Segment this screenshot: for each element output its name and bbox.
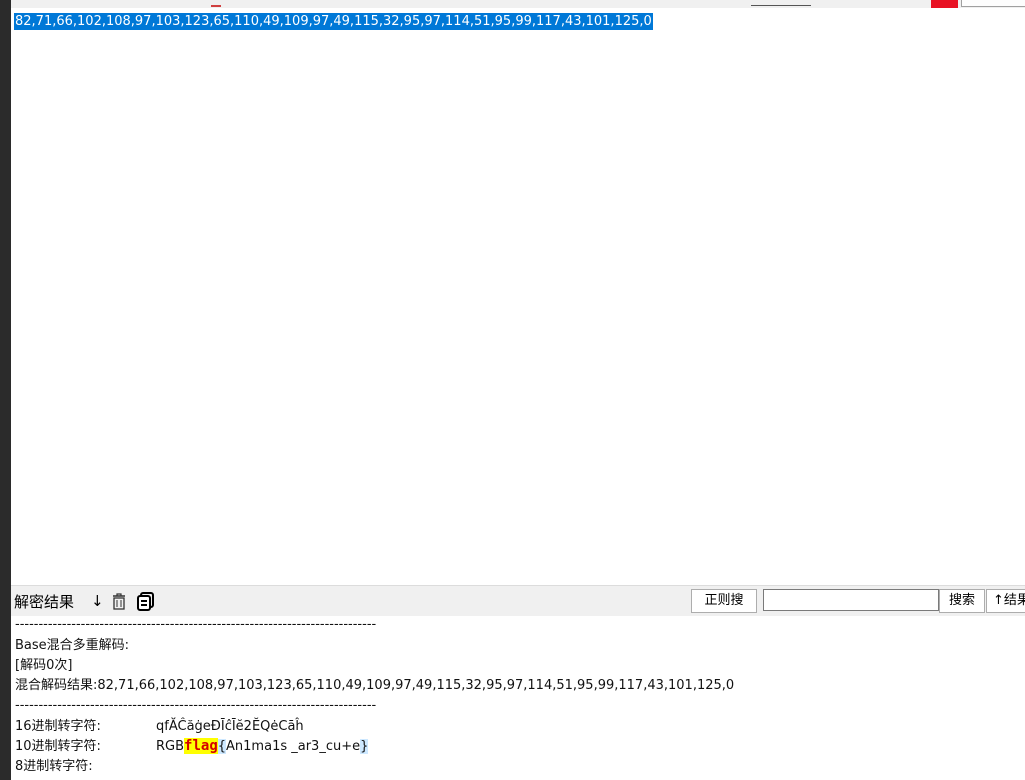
decode-count: [解码0次] — [15, 658, 73, 673]
copy-icon[interactable] — [136, 591, 156, 611]
flag-highlight: flag — [184, 738, 218, 754]
result-title: 解密结果 — [14, 593, 75, 611]
close-button[interactable] — [931, 0, 958, 8]
toolbar-button[interactable] — [961, 0, 1025, 7]
hex-to-char-row: 16进制转字符: qfĂĈăġeĐĪĉĪĕ2ĔQėCāĥ — [15, 718, 304, 735]
flag-open-brace: { — [217, 739, 227, 754]
search-button[interactable]: 搜索 — [939, 589, 985, 613]
base-decode-title: Base混合多重解码: — [15, 638, 130, 653]
dec-to-char-row: 10进制转字符: RGBflag{An1ma1s _ar3_cu+e} — [15, 738, 369, 755]
left-window-edge — [0, 0, 11, 780]
oct-label: 8进制转字符: — [15, 759, 93, 774]
separator-line: ----------------------------------------… — [15, 698, 377, 713]
result-up-button[interactable]: ↑结果 — [986, 589, 1025, 613]
arrow-down-icon[interactable]: ↓ — [91, 592, 104, 610]
flag-body: An1ma1s _ar3_cu+e — [226, 739, 361, 754]
toolbar-partial-icon — [211, 0, 221, 7]
input-selected-text: 82,71,66,102,108,97,103,123,65,110,49,10… — [14, 13, 653, 30]
flag-close-brace: } — [360, 739, 369, 754]
hex-label: 16进制转字符: — [15, 719, 101, 734]
mixed-decode-result: 混合解码结果:82,71,66,102,108,97,103,123,65,11… — [15, 678, 735, 693]
oct-to-char-row: 8进制转字符: — [15, 758, 156, 775]
result-toolbar: 解密结果 ↓ 正则搜 搜索 ↑结果 — [11, 585, 1025, 617]
output-text-area[interactable]: ----------------------------------------… — [11, 616, 1025, 780]
regex-search-button[interactable]: 正则搜 — [691, 589, 757, 613]
input-text-area[interactable]: 82,71,66,102,108,97,103,123,65,110,49,10… — [11, 8, 1025, 585]
search-input[interactable] — [763, 589, 939, 611]
hex-value: qfĂĈăġeĐĪĉĪĕ2ĔQėCāĥ — [156, 719, 304, 734]
dec-label: 10进制转字符: — [15, 739, 101, 754]
dec-prefix: RGB — [156, 739, 185, 754]
trash-icon[interactable] — [109, 592, 129, 610]
toolbar-partial-icon — [751, 0, 811, 6]
separator-line: ----------------------------------------… — [15, 617, 377, 632]
